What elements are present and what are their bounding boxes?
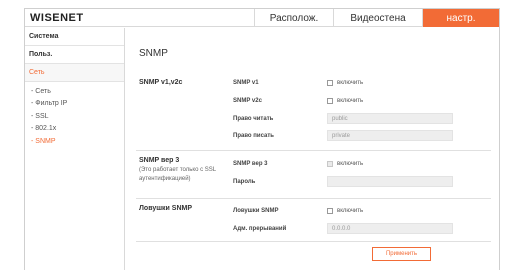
page-title: SNMP bbox=[139, 48, 168, 59]
sidebar-subitem-8021x[interactable]: - 802.1x bbox=[25, 123, 124, 136]
snmp-v1-checkbox[interactable] bbox=[327, 80, 333, 86]
section-title: Ловушки SNMP bbox=[139, 205, 193, 212]
apply-button[interactable]: Применить bbox=[372, 247, 431, 261]
snmp-v2c-checkbox-label: включить bbox=[337, 98, 364, 104]
read-community-label: Право читать bbox=[233, 116, 274, 122]
sidebar-item-users[interactable]: Польз. bbox=[25, 46, 124, 64]
divider bbox=[136, 198, 491, 199]
sidebar-subitem-snmp[interactable]: - SNMP bbox=[25, 135, 124, 148]
snmp-v1-checkbox-label: включить bbox=[337, 80, 364, 86]
read-community-field[interactable]: public bbox=[327, 113, 453, 124]
snmp-traps-checkbox-label: включить bbox=[337, 208, 364, 214]
snmp-v2c-label: SNMP v2c bbox=[233, 98, 262, 104]
snmp-v12-section: SNMP v1,v2c SNMP v1 включить SNMP v2c вк… bbox=[136, 76, 491, 144]
password-label: Пароль bbox=[233, 179, 256, 185]
snmp-v2c-checkbox[interactable] bbox=[327, 98, 333, 104]
main-panel: SNMP SNMP v1,v2c SNMP v1 включить SNMP v… bbox=[126, 28, 499, 270]
sidebar-item-system[interactable]: Система bbox=[25, 28, 124, 46]
tab-settings[interactable]: настр. bbox=[423, 9, 499, 27]
section-title: SNMP v1,v2c bbox=[139, 79, 183, 86]
snmp-traps-label: Ловушки SNMP bbox=[233, 208, 279, 214]
sidebar-subitem-ssl[interactable]: - SSL bbox=[25, 110, 124, 123]
sidebar-subitem-ip-filter[interactable]: - Фильтр IP bbox=[25, 98, 124, 111]
trap-address-label: Адм. прерываний bbox=[233, 226, 287, 232]
app-window: WISENET Располож. Видеостена настр. Сист… bbox=[24, 8, 500, 270]
tab-location[interactable]: Располож. bbox=[255, 9, 334, 27]
top-navigation: WISENET Располож. Видеостена настр. bbox=[25, 9, 499, 27]
snmp-v3-label: SNMP вер 3 bbox=[233, 161, 268, 167]
sidebar: Система Польз. Сеть - Сеть - Фильтр IP -… bbox=[25, 28, 125, 270]
snmp-v1-label: SNMP v1 bbox=[233, 80, 259, 86]
snmp-v3-checkbox-label: включить bbox=[337, 161, 364, 167]
divider bbox=[136, 241, 491, 242]
section-note: (Это работает только с SSL аутентификаци… bbox=[139, 167, 216, 182]
snmp-traps-checkbox[interactable] bbox=[327, 208, 333, 214]
divider bbox=[136, 150, 491, 151]
snmp-traps-section: Ловушки SNMP Ловушки SNMP включить Адм. … bbox=[136, 205, 491, 239]
sidebar-item-network[interactable]: Сеть bbox=[25, 64, 124, 82]
trap-address-field[interactable]: 0.0.0.0 bbox=[327, 223, 453, 234]
write-community-field[interactable]: private bbox=[327, 130, 453, 141]
password-field[interactable] bbox=[327, 176, 453, 187]
snmp-v3-section: SNMP вер 3 (Это работает только с SSL ау… bbox=[136, 157, 491, 193]
write-community-label: Право писать bbox=[233, 133, 274, 139]
section-title: SNMP вер 3 bbox=[139, 157, 180, 164]
tab-videowall[interactable]: Видеостена bbox=[334, 9, 423, 27]
sidebar-submenu: - Сеть - Фильтр IP - SSL - 802.1x - SNMP bbox=[25, 82, 124, 148]
wisenet-logo: WISENET bbox=[25, 9, 255, 27]
sidebar-subitem-network[interactable]: - Сеть bbox=[25, 85, 124, 98]
snmp-v3-checkbox[interactable] bbox=[327, 161, 333, 167]
